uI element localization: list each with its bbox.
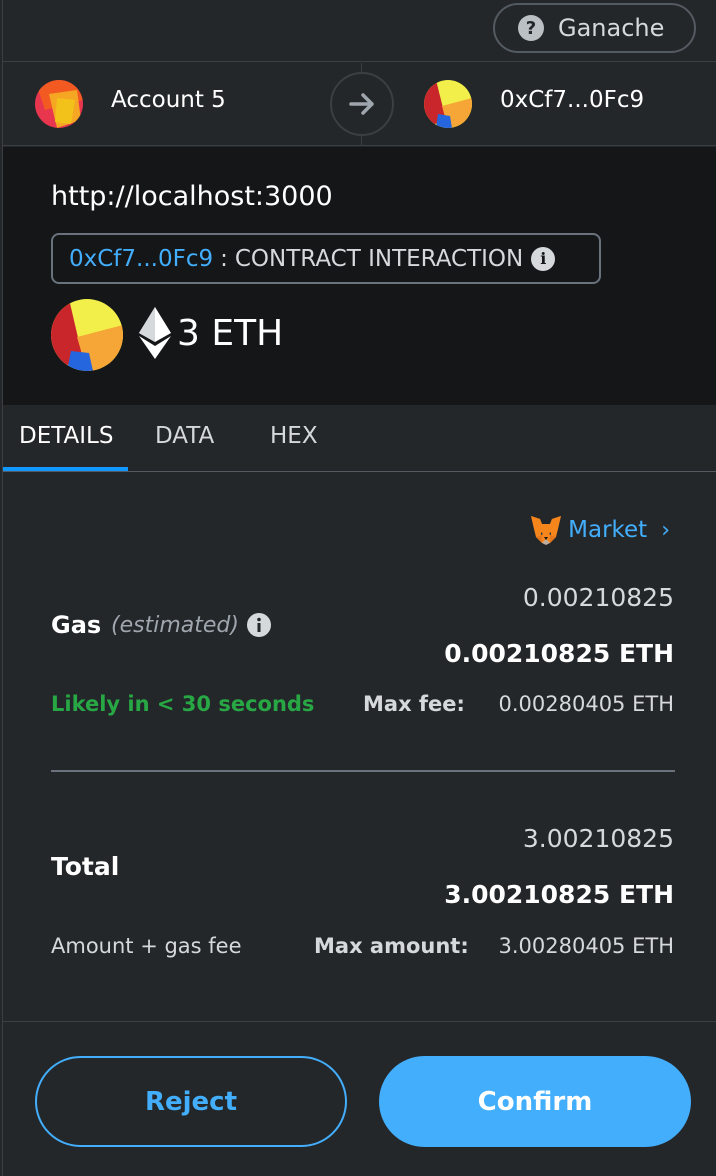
arrow-right-icon — [330, 72, 394, 136]
transaction-summary: http://localhost:3000 0xCf7...0Fc9 : CON… — [3, 147, 716, 405]
max-amount-value: 3.00280405 ETH — [498, 934, 675, 958]
sender-avatar[interactable] — [35, 80, 83, 128]
network-bar: ? Ganache — [3, 0, 716, 62]
sender-name[interactable]: Account 5 — [111, 87, 226, 113]
market-label[interactable]: Market — [568, 517, 647, 543]
ethereum-icon — [139, 307, 171, 359]
confirm-transaction-page: ? Ganache Account 5 0xCf7...0Fc9 http://… — [2, 0, 716, 1176]
origin-url: http://localhost:3000 — [51, 181, 333, 212]
total-label: Total — [51, 852, 120, 881]
info-icon[interactable]: i — [531, 246, 556, 271]
tab-hex[interactable]: HEX — [270, 423, 318, 449]
gas-fiat-value: 0.00210825 — [522, 583, 674, 612]
max-amount-label: Max amount: — [314, 934, 469, 958]
tab-bar: DETAILS DATA HEX — [3, 405, 716, 472]
sender-recipient: Account 5 0xCf7...0Fc9 — [3, 63, 716, 146]
interaction-type: CONTRACT INTERACTION — [234, 245, 524, 272]
recipient-name[interactable]: 0xCf7...0Fc9 — [500, 87, 644, 113]
gas-info-icon[interactable] — [246, 612, 272, 638]
tab-data[interactable]: DATA — [155, 423, 214, 449]
chevron-right-icon: › — [661, 517, 670, 543]
gas-label: Gas — [51, 611, 102, 639]
footer: Reject Confirm — [3, 1021, 716, 1176]
separator: : — [220, 245, 228, 272]
market-link[interactable]: Market › — [530, 515, 670, 545]
contract-address-link[interactable]: 0xCf7...0Fc9 — [69, 246, 213, 272]
transaction-amount: 3 ETH — [177, 313, 284, 354]
divider — [51, 770, 675, 772]
network-label: Ganache — [558, 14, 665, 42]
contract-interaction-badge: 0xCf7...0Fc9 : CONTRACT INTERACTION i — [51, 233, 601, 284]
recipient-avatar[interactable] — [424, 80, 472, 128]
total-sublabel: Amount + gas fee — [51, 934, 242, 958]
reject-button[interactable]: Reject — [35, 1056, 347, 1147]
question-icon: ? — [518, 15, 544, 41]
total-fiat-value: 3.00210825 — [522, 824, 674, 853]
confirm-button[interactable]: Confirm — [379, 1056, 691, 1147]
max-fee-label: Max fee: — [363, 692, 465, 716]
total-eth-value: 3.00210825 ETH — [444, 880, 674, 909]
recipient-identicon — [51, 299, 123, 371]
gas-timing-estimate: Likely in < 30 seconds — [51, 692, 315, 716]
gas-estimated-label: (estimated) — [111, 613, 239, 638]
gas-eth-value: 0.00210825 ETH — [444, 639, 674, 668]
tab-details[interactable]: DETAILS — [19, 423, 113, 449]
network-selector[interactable]: ? Ganache — [493, 3, 696, 53]
metamask-fox-icon — [531, 516, 562, 545]
active-tab-indicator — [3, 467, 128, 471]
max-fee-value: 0.00280405 ETH — [498, 692, 675, 716]
